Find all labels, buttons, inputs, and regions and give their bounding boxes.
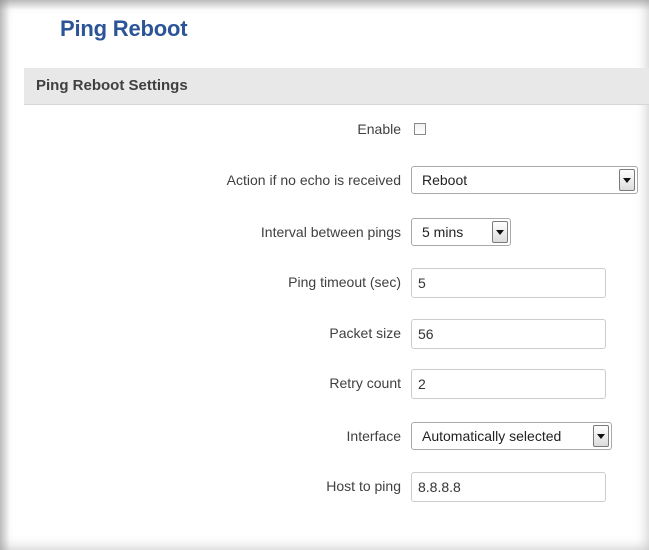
enable-label: Enable bbox=[357, 121, 401, 137]
timeout-row: Ping timeout (sec) bbox=[0, 268, 649, 298]
action-label: Action if no echo is received bbox=[226, 172, 401, 188]
chevron-down-icon[interactable] bbox=[593, 425, 609, 447]
timeout-input[interactable] bbox=[411, 268, 606, 298]
settings-panel: Ping Reboot Ping Reboot Settings Enable … bbox=[0, 0, 649, 550]
packet-size-label: Packet size bbox=[329, 325, 401, 341]
host-row: Host to ping bbox=[0, 472, 649, 502]
retry-count-input[interactable] bbox=[411, 369, 606, 399]
enable-checkbox[interactable] bbox=[414, 123, 426, 135]
action-select[interactable]: Reboot bbox=[411, 166, 638, 194]
page-title: Ping Reboot bbox=[60, 16, 188, 41]
interface-select[interactable]: Automatically selected bbox=[411, 422, 612, 450]
packet-size-input[interactable] bbox=[411, 319, 606, 349]
interval-select-value: 5 mins bbox=[422, 224, 464, 240]
host-input[interactable] bbox=[411, 472, 606, 502]
action-row: Action if no echo is received Reboot bbox=[0, 166, 649, 196]
packet-size-row: Packet size bbox=[0, 319, 649, 349]
section-header: Ping Reboot Settings bbox=[24, 68, 649, 105]
interval-row: Interval between pings 5 mins bbox=[0, 218, 649, 248]
chevron-down-icon[interactable] bbox=[619, 169, 635, 191]
chevron-down-icon[interactable] bbox=[492, 221, 508, 243]
interface-row: Interface Automatically selected bbox=[0, 422, 649, 452]
interval-label: Interval between pings bbox=[260, 224, 401, 240]
section-title: Ping Reboot Settings bbox=[36, 77, 188, 94]
retry-count-row: Retry count bbox=[0, 369, 649, 399]
enable-row: Enable bbox=[0, 115, 649, 145]
action-select-value: Reboot bbox=[422, 172, 468, 188]
interface-select-value: Automatically selected bbox=[422, 428, 562, 444]
host-label: Host to ping bbox=[326, 478, 401, 494]
interval-select[interactable]: 5 mins bbox=[411, 218, 511, 246]
timeout-label: Ping timeout (sec) bbox=[288, 274, 401, 290]
interface-label: Interface bbox=[346, 428, 401, 444]
retry-count-label: Retry count bbox=[329, 375, 401, 391]
